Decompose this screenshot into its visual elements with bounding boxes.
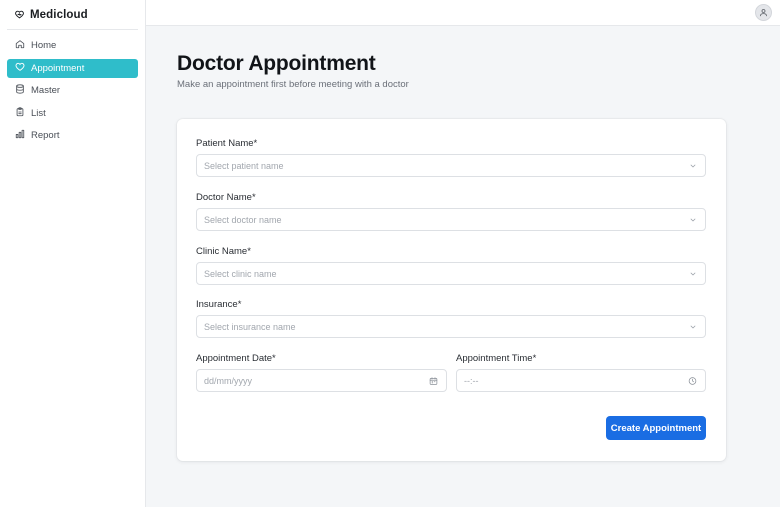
sidebar-nav: Home Appointment Master List Report [0, 30, 145, 145]
clinic-name-placeholder: Select clinic name [204, 268, 277, 279]
create-appointment-button[interactable]: Create Appointment [606, 416, 706, 440]
appointment-time-input[interactable]: --:-- [456, 369, 706, 392]
appointment-time-placeholder: --:-- [464, 375, 479, 386]
sidebar-item-label: Home [31, 40, 57, 51]
sidebar: Medicloud Home Appointment Master List R… [0, 0, 146, 507]
bar-chart-icon [15, 129, 25, 142]
page-subtitle: Make an appointment first before meeting… [177, 79, 409, 90]
appointment-date-placeholder: dd/mm/yyyy [204, 375, 253, 386]
sidebar-item-list[interactable]: List [7, 104, 138, 123]
sidebar-item-appointment[interactable]: Appointment [7, 58, 138, 78]
logo-icon [15, 6, 24, 24]
sidebar-item-label: Report [31, 130, 60, 141]
insurance-placeholder: Select insurance name [204, 321, 296, 332]
appointment-date-label: Appointment Date* [196, 353, 276, 364]
calendar-icon[interactable] [429, 376, 438, 385]
heart-icon [15, 62, 25, 75]
chevron-down-icon [689, 216, 697, 224]
clinic-name-label: Clinic Name* [196, 246, 251, 257]
avatar[interactable] [755, 4, 772, 21]
chevron-down-icon [689, 162, 697, 170]
app-name: Medicloud [30, 8, 88, 21]
home-icon [15, 39, 25, 52]
sidebar-item-label: Appointment [31, 62, 85, 74]
sidebar-item-master[interactable]: Master [7, 81, 138, 100]
page-title: Doctor Appointment [177, 52, 376, 75]
sidebar-item-label: List [31, 107, 46, 119]
sidebar-item-label: Master [31, 85, 61, 96]
sidebar-item-report[interactable]: Report [7, 126, 138, 145]
doctor-name-placeholder: Select doctor name [204, 214, 282, 225]
chevron-down-icon [689, 270, 697, 278]
user-icon [759, 4, 768, 22]
clipboard-icon [15, 106, 25, 120]
patient-name-label: Patient Name* [196, 138, 258, 149]
top-bar [146, 0, 780, 26]
chevron-down-icon [689, 323, 697, 331]
appointment-date-input[interactable]: dd/mm/yyyy [196, 369, 447, 392]
patient-name-placeholder: Select patient name [204, 160, 284, 171]
sidebar-item-home[interactable]: Home [7, 36, 138, 55]
appointment-time-label: Appointment Time* [456, 353, 537, 364]
database-icon [15, 84, 25, 97]
doctor-name-select[interactable]: Select doctor name [196, 208, 706, 231]
clock-icon[interactable] [688, 376, 697, 385]
insurance-select[interactable]: Select insurance name [196, 315, 706, 338]
doctor-name-label: Doctor Name* [196, 192, 256, 203]
insurance-label: Insurance* [196, 299, 242, 310]
clinic-name-select[interactable]: Select clinic name [196, 262, 706, 285]
brand[interactable]: Medicloud [7, 0, 138, 30]
patient-name-select[interactable]: Select patient name [196, 154, 706, 177]
